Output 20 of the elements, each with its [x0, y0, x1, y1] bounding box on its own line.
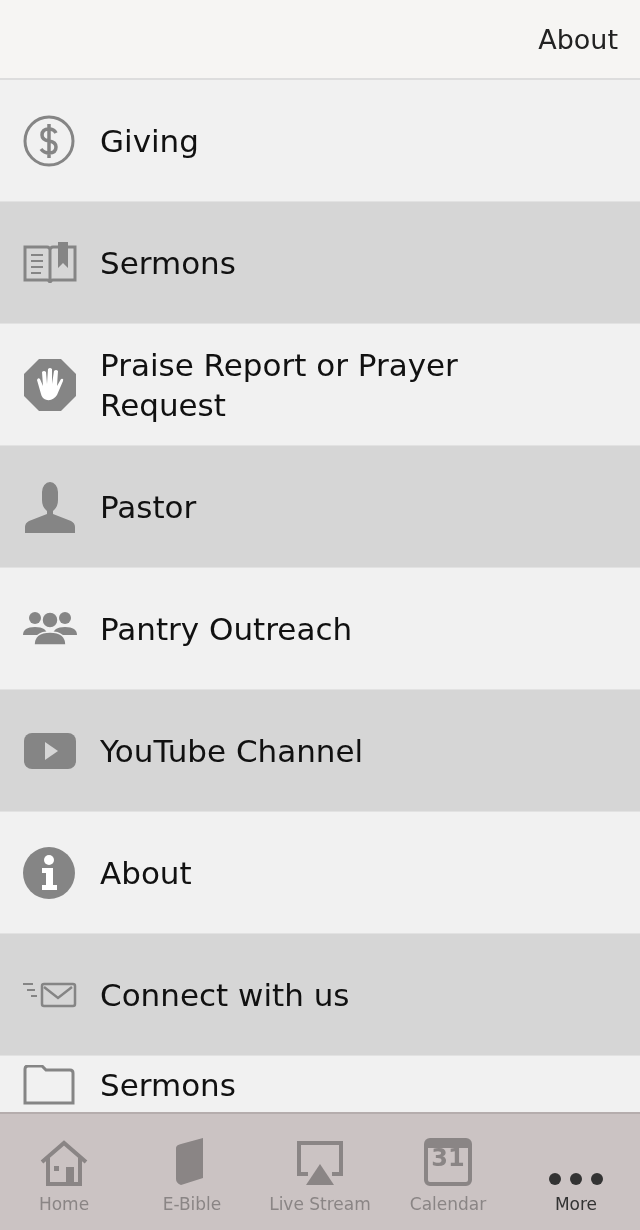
dollar-icon	[23, 114, 75, 167]
group-icon	[23, 610, 77, 647]
calendar-icon	[424, 1138, 472, 1186]
screen-icon	[296, 1140, 344, 1186]
menu-item[interactable]: YouTube Channel	[0, 690, 640, 812]
play-icon	[23, 731, 77, 770]
folder-icon	[23, 1064, 75, 1105]
menu-item[interactable]: Connect with us	[0, 934, 640, 1056]
book-icon	[23, 240, 77, 285]
person-icon	[23, 479, 77, 534]
about-link[interactable]: About	[538, 23, 618, 55]
calendar-date: 31	[431, 1144, 465, 1172]
tab[interactable]: More	[512, 1114, 640, 1230]
menu-item[interactable]: Sermons	[0, 202, 640, 324]
hand-icon	[23, 357, 77, 412]
menu-item[interactable]: Pastor	[0, 446, 640, 568]
mail-icon	[23, 981, 77, 1008]
more-icon	[548, 1172, 604, 1186]
house-icon	[40, 1140, 88, 1186]
info-icon	[23, 846, 75, 899]
